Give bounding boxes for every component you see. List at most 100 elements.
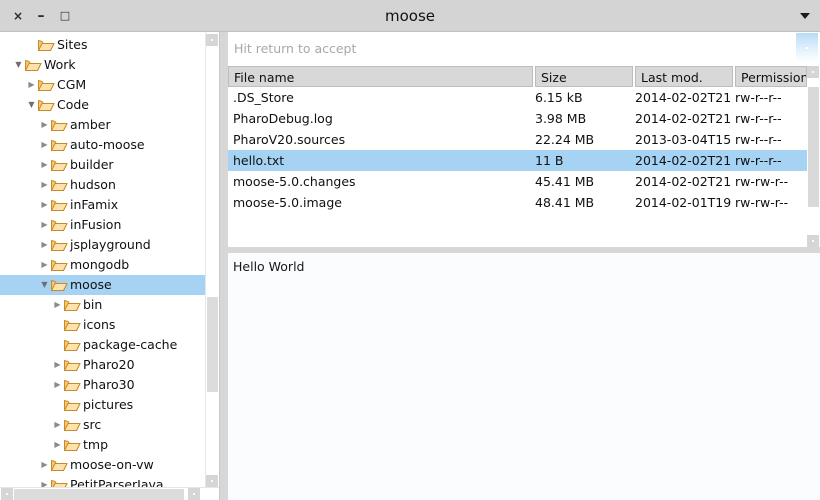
- table-scroll-down-button[interactable]: [807, 235, 819, 247]
- tree-item-label: moose-on-vw: [70, 457, 154, 472]
- file-browser-window: × – □ moose Sites ▼ Work ▶ CGM ▼ Code ▶ amber ▶ au…: [0, 0, 820, 500]
- tree-item-work[interactable]: ▼ Work: [0, 55, 212, 75]
- accept-button[interactable]: [796, 33, 818, 63]
- table-row[interactable]: hello.txt 11 B 2014-02-02T21:26 rw-r--r--: [228, 150, 807, 171]
- folder-open-icon: [64, 355, 81, 375]
- tree-item-auto-moose[interactable]: ▶ auto-moose: [0, 135, 212, 155]
- tree-scroll-down-button[interactable]: [206, 475, 218, 487]
- column-header-last-modified[interactable]: Last mod.: [635, 66, 733, 87]
- chevron-down-icon[interactable]: ▼: [38, 275, 51, 295]
- table-row[interactable]: moose-5.0.image 48.41 MB 2014-02-01T19:13 r…: [228, 192, 807, 213]
- tree-item-label: amber: [70, 117, 111, 132]
- folder-open-icon: [25, 55, 42, 75]
- tree-item-package-cache[interactable]: package-cache: [0, 335, 212, 355]
- tree-item-pictures[interactable]: pictures: [0, 395, 212, 415]
- column-header-size[interactable]: Size: [535, 66, 633, 87]
- folder-open-icon: [51, 215, 68, 235]
- file-list-table: File name Size Last mod. Permission .DS_…: [228, 65, 820, 247]
- tree-item-label: jsplayground: [70, 237, 151, 252]
- cell-last-modified: 2013-03-04T15:14: [635, 132, 731, 147]
- tree-item-infamix[interactable]: ▶ inFamix: [0, 195, 212, 215]
- chevron-right-icon[interactable]: ▶: [51, 375, 64, 395]
- folder-open-icon: [64, 395, 81, 415]
- chevron-down-icon[interactable]: ▼: [25, 95, 38, 115]
- tree-item-sites[interactable]: Sites: [0, 35, 212, 55]
- tree-scroll-right-button[interactable]: [188, 488, 200, 500]
- tree-item-moose[interactable]: ▼ moose: [0, 275, 212, 295]
- cell-permission: rw-r--r--: [735, 111, 782, 126]
- chevron-right-icon[interactable]: ▶: [38, 195, 51, 215]
- cell-size: 11 B: [535, 153, 564, 168]
- table-row[interactable]: .DS_Store 6.15 kB 2014-02-02T21:28 rw-r--r-…: [228, 87, 807, 108]
- tree-item-pharo30[interactable]: ▶ Pharo30: [0, 375, 212, 395]
- folder-open-icon: [51, 175, 68, 195]
- chevron-right-icon[interactable]: ▶: [38, 255, 51, 275]
- table-vertical-scrollbar-thumb[interactable]: [808, 87, 819, 207]
- cell-permission: rw-r--r--: [735, 90, 782, 105]
- table-vertical-scrollbar[interactable]: [807, 66, 820, 247]
- chevron-right-icon[interactable]: ▶: [38, 155, 51, 175]
- tree-item-label: CGM: [57, 77, 87, 92]
- table-row[interactable]: moose-5.0.changes 45.41 MB 2014-02-02T21:1…: [228, 171, 807, 192]
- window-title: moose: [384, 7, 435, 25]
- tree-item-jsplayground[interactable]: ▶ jsplayground: [0, 235, 212, 255]
- chevron-right-icon[interactable]: ▶: [25, 75, 38, 95]
- tree-item-label: Pharo30: [83, 377, 135, 392]
- chevron-right-icon[interactable]: ▶: [51, 295, 64, 315]
- cell-last-modified: 2014-02-02T21:12: [635, 174, 731, 189]
- tree-horizontal-scrollbar[interactable]: [0, 487, 219, 500]
- cell-permission: rw-rw-r--: [735, 174, 789, 189]
- chevron-right-icon[interactable]: ▶: [51, 415, 64, 435]
- folder-open-icon: [38, 95, 55, 115]
- chevron-right-icon[interactable]: ▶: [38, 115, 51, 135]
- tree-item-bin[interactable]: ▶ bin: [0, 295, 212, 315]
- chevron-right-icon[interactable]: ▶: [38, 135, 51, 155]
- column-header-file-name[interactable]: File name: [228, 66, 533, 87]
- tree-item-infusion[interactable]: ▶ inFusion: [0, 215, 212, 235]
- chevron-right-icon[interactable]: ▶: [38, 235, 51, 255]
- chevron-right-icon[interactable]: ▶: [51, 435, 64, 455]
- tree-vertical-scrollbar[interactable]: [205, 32, 218, 487]
- tree-item-label: Sites: [57, 37, 88, 52]
- column-header-permission[interactable]: Permission: [735, 66, 807, 87]
- folder-open-icon: [64, 435, 81, 455]
- chevron-right-icon[interactable]: ▶: [38, 455, 51, 475]
- tree-item-tmp[interactable]: ▶ tmp: [0, 435, 212, 455]
- tree-item-hudson[interactable]: ▶ hudson: [0, 175, 212, 195]
- chevron-right-icon[interactable]: ▶: [51, 355, 64, 375]
- path-input[interactable]: [234, 32, 754, 65]
- folder-open-icon: [64, 415, 81, 435]
- chevron-right-icon[interactable]: ▶: [38, 175, 51, 195]
- directory-tree-pane: Sites ▼ Work ▶ CGM ▼ Code ▶ amber ▶ auto-moose ▶ bui…: [0, 32, 220, 500]
- tree-scroll-up-button[interactable]: [206, 34, 218, 46]
- tree-item-mongodb[interactable]: ▶ mongodb: [0, 255, 212, 275]
- folder-open-icon: [51, 235, 68, 255]
- tree-item-icons[interactable]: icons: [0, 315, 212, 335]
- tree-vertical-scrollbar-thumb[interactable]: [207, 297, 218, 392]
- cell-last-modified: 2014-02-01T19:13: [635, 195, 731, 210]
- folder-open-icon: [64, 335, 81, 355]
- tree-item-label: mongodb: [70, 257, 130, 272]
- table-row[interactable]: PharoDebug.log 3.98 MB 2014-02-02T21:11 rw-…: [228, 108, 807, 129]
- tree-item-amber[interactable]: ▶ amber: [0, 115, 212, 135]
- table-scroll-up-button[interactable]: [807, 66, 819, 78]
- cell-last-modified: 2014-02-02T21:26: [635, 153, 731, 168]
- tree-item-cgm[interactable]: ▶ CGM: [0, 75, 212, 95]
- file-preview-pane[interactable]: Hello World: [228, 253, 820, 500]
- chevron-right-icon[interactable]: ▶: [38, 215, 51, 235]
- tree-item-pharo20[interactable]: ▶ Pharo20: [0, 355, 212, 375]
- tree-scroll-left-button[interactable]: [1, 488, 13, 500]
- tree-item-moose-on-vw[interactable]: ▶ moose-on-vw: [0, 455, 212, 475]
- tree-horizontal-scrollbar-thumb[interactable]: [14, 489, 184, 500]
- chevron-down-icon[interactable]: [800, 13, 810, 19]
- tree-item-code[interactable]: ▼ Code: [0, 95, 212, 115]
- tree-item-builder[interactable]: ▶ builder: [0, 155, 212, 175]
- chevron-down-icon[interactable]: ▼: [12, 55, 25, 75]
- tree-item-src[interactable]: ▶ src: [0, 415, 212, 435]
- table-row[interactable]: PharoV20.sources 22.24 MB 2013-03-04T15:14…: [228, 129, 807, 150]
